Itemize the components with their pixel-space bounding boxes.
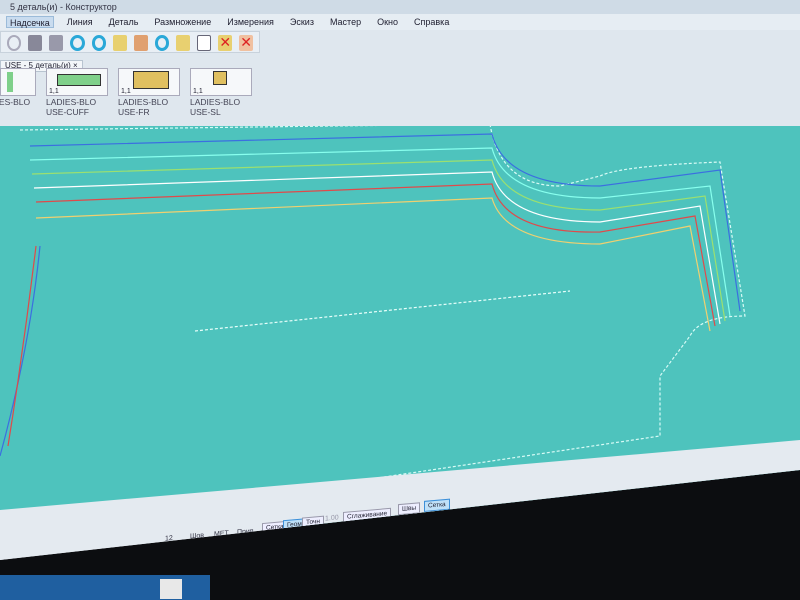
pattern-line (7, 245, 37, 447)
delete-red-icon[interactable]: ✕ (239, 35, 253, 51)
precision-value[interactable]: 1.00 (325, 514, 339, 522)
print-icon[interactable] (28, 35, 43, 51)
snap-label: Прив (237, 527, 254, 537)
menu-notch[interactable]: Надсечка (6, 16, 54, 28)
toolbar: ✕ ✕ (0, 31, 260, 53)
piece-name: LADIES-BLO USE-CUFF (46, 97, 97, 117)
zoom-piece-icon[interactable] (113, 35, 128, 51)
grid2-button[interactable]: Сетка (424, 498, 450, 512)
seams-button[interactable]: Швы (398, 502, 421, 516)
taskbar (0, 575, 210, 600)
title-bar: 5 деталь(и) - Конструктор (0, 0, 800, 14)
units-label: МЕТ (214, 529, 229, 539)
precision-button[interactable]: Точн (302, 515, 324, 529)
pattern-line (35, 183, 716, 327)
piece-scale: 1,1 (49, 88, 59, 95)
piece-strip: LADIES-BLO OL 1,1 LADIES-BLO USE-CUFF 1,1… (0, 68, 800, 126)
grain-line (194, 290, 571, 332)
pattern-line (29, 147, 731, 317)
current-piece-label: LADIES-BLOUSE-FR2 (30, 553, 102, 567)
piece-thumbnail[interactable]: 1,1 LADIES-BLO USE-FR (118, 68, 180, 126)
menu-window[interactable]: Окно (374, 16, 401, 28)
pattern-line (35, 197, 711, 332)
app-taskbar-icon[interactable] (160, 579, 182, 599)
menu-wizard[interactable]: Мастер (327, 16, 364, 28)
delete-yellow-icon[interactable]: ✕ (218, 35, 233, 51)
piece-thumbnail[interactable]: LADIES-BLO OL (0, 68, 36, 126)
zoom-out-icon[interactable] (91, 35, 107, 51)
menu-help[interactable]: Справка (411, 16, 452, 28)
menu-bar: Надсечка Линия Деталь Размножение Измере… (0, 14, 800, 30)
layout-icon[interactable] (176, 35, 191, 51)
pattern-line (33, 171, 721, 325)
menu-sketch[interactable]: Эскиз (287, 16, 317, 28)
zoom-1-1-icon[interactable] (154, 35, 170, 51)
menu-line[interactable]: Линия (64, 16, 96, 28)
smoothing-button[interactable]: Сглаживание (343, 507, 392, 523)
document-icon[interactable] (197, 35, 212, 51)
piece-thumbnail[interactable]: 1,1 LADIES-BLO USE-CUFF (46, 68, 108, 126)
piece-name: LADIES-BLO USE-FR (118, 97, 169, 117)
zoom-in-icon[interactable] (69, 35, 85, 51)
menu-measure[interactable]: Измерения (224, 16, 277, 28)
piece-scale: 1,1 (121, 88, 131, 95)
piece-thumbnail[interactable]: 1,1 LADIES-BLO USE-SL (190, 68, 252, 126)
application-window: 5 деталь(и) - Конструктор Надсечка Линия… (0, 0, 800, 567)
menu-piece[interactable]: Деталь (106, 16, 142, 28)
plotter-icon[interactable] (49, 35, 63, 51)
zoom-all-icon[interactable] (134, 35, 148, 51)
seam-label: Шов (190, 532, 205, 541)
pattern-line (29, 133, 741, 312)
piece-name: LADIES-BLO USE-SL (190, 97, 241, 117)
pattern-line (0, 245, 41, 457)
piece-scale: 1,1 (193, 88, 203, 95)
window-title: 5 деталь(и) - Конструктор (10, 2, 117, 12)
menu-grading[interactable]: Размножение (151, 16, 214, 28)
piece-name: LADIES-BLO OL (0, 97, 31, 107)
size-select[interactable]: 12 (165, 535, 173, 543)
redo-icon[interactable] (7, 35, 22, 51)
